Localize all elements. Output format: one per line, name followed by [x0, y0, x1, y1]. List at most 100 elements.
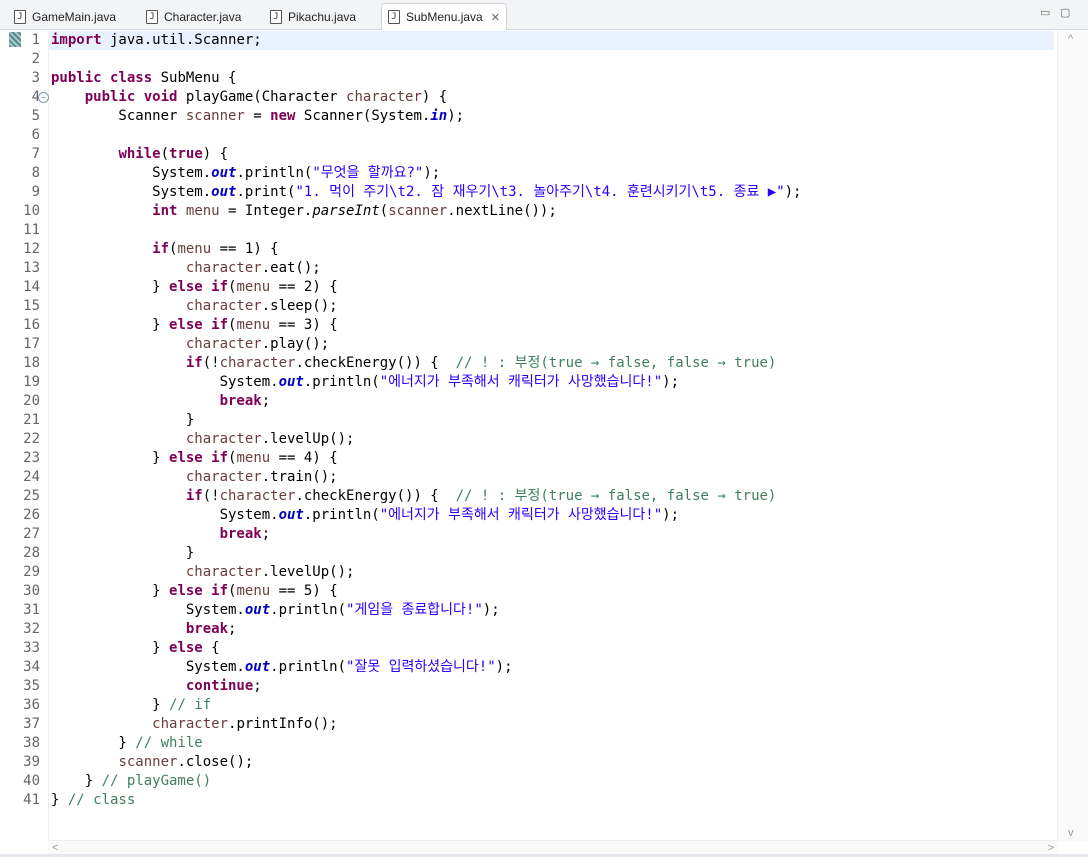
code-line[interactable]: } else if(menu == 3) { — [51, 316, 338, 335]
code-token: menu — [185, 203, 220, 219]
code-token: scanner — [185, 108, 245, 124]
code-token: .println( — [270, 602, 347, 618]
code-line[interactable]: } else { — [51, 639, 219, 658]
code-token: = Integer. — [219, 203, 313, 219]
code-line[interactable]: int menu = Integer.parseInt(scanner.next… — [51, 202, 557, 221]
code-line[interactable]: break; — [51, 620, 237, 639]
code-line[interactable]: character.play(); — [51, 335, 329, 354]
code-token: Scanner(System. — [295, 108, 431, 124]
code-line[interactable]: } — [51, 544, 194, 563]
code-token: else — [169, 317, 203, 333]
code-line[interactable]: while(true) { — [51, 145, 228, 164]
code-line[interactable]: scanner.close(); — [51, 753, 253, 772]
code-line[interactable]: character.printInfo(); — [51, 715, 337, 734]
code-token: "에너지가 부족해서 캐릭터가 사망했습니다!" — [379, 507, 663, 523]
code-token: character — [185, 298, 262, 314]
code-line[interactable]: if(!character.checkEnergy()) { // ! : 부정… — [51, 354, 777, 373]
code-editor[interactable]: 1 2 3 4 5 6 7 8 9 10 11 12 13 14 15 16 17 18 19 20 21 22 23 24 2… — [0, 31, 1088, 857]
code-line[interactable]: } // while — [51, 734, 202, 753]
code-token: .checkEnergy()) { — [295, 355, 456, 371]
scroll-down-icon[interactable]: v — [1068, 827, 1074, 839]
line-number: 40 — [23, 773, 40, 789]
code-line[interactable]: } — [51, 411, 194, 430]
vertical-scrollbar[interactable]: ^ v — [1057, 31, 1088, 841]
code-line[interactable]: character.levelUp(); — [51, 430, 355, 449]
code-line[interactable]: public void playGame(Character character… — [51, 88, 447, 107]
tab-character[interactable]: J Character.java — [134, 3, 262, 30]
tab-pikachu[interactable]: J Pikachu.java — [258, 3, 378, 30]
code-line[interactable]: if(menu == 1) { — [51, 240, 278, 259]
code-line[interactable]: if(!character.checkEnergy()) { // ! : 부정… — [51, 487, 777, 506]
line-number: 32 — [23, 621, 40, 637]
line-number: 10 — [23, 203, 40, 219]
code-line[interactable]: character.train(); — [51, 468, 338, 487]
line-number: 9 — [31, 184, 40, 200]
code-line[interactable]: import java.util.Scanner; — [51, 31, 262, 50]
code-token: == 3) { — [270, 317, 338, 333]
code-token: } — [51, 792, 68, 808]
minimize-icon[interactable]: ▭ — [1040, 6, 1050, 19]
code-line[interactable]: System.out.println("에너지가 부족해서 캐릭터가 사망했습니… — [51, 373, 679, 392]
code-line[interactable]: System.out.println("무엇을 할까요?"); — [51, 164, 440, 183]
code-line[interactable]: } else if(menu == 2) { — [51, 278, 337, 297]
code-token: continue — [185, 678, 254, 694]
code-token: menu — [236, 450, 271, 466]
code-line[interactable]: Scanner scanner = new Scanner(System.in)… — [51, 107, 464, 126]
tab-gamemain[interactable]: J GameMain.java — [2, 3, 130, 30]
code-line[interactable]: System.out.print("1. 먹이 주기\t2. 잠 재우기\t3.… — [51, 183, 801, 202]
scroll-left-icon[interactable]: < — [52, 842, 58, 854]
code-line[interactable]: System.out.println("잘못 입력하셨습니다!"); — [51, 658, 513, 677]
line-number: 33 — [23, 640, 40, 656]
code-line[interactable]: character.levelUp(); — [51, 563, 355, 582]
code-token: .play(); — [261, 336, 330, 352]
code-token: else — [169, 583, 203, 599]
code-token: void — [143, 89, 178, 105]
code-line[interactable]: } // class — [51, 791, 135, 810]
code-line[interactable]: break; — [51, 525, 271, 544]
scroll-right-icon[interactable]: > — [1048, 842, 1054, 854]
code-line[interactable]: } // playGame() — [51, 772, 211, 791]
code-line[interactable]: character.eat(); — [51, 259, 321, 278]
code-token: public — [51, 70, 102, 86]
code-token: out — [211, 165, 237, 181]
code-line[interactable]: System.out.println("에너지가 부족해서 캐릭터가 사망했습니… — [51, 506, 679, 525]
line-number: 20 — [23, 393, 40, 409]
code-token: // playGame() — [101, 773, 212, 789]
code-line[interactable]: } // if — [51, 696, 211, 715]
code-line[interactable]: break; — [51, 392, 271, 411]
code-line[interactable]: public class SubMenu { — [51, 69, 236, 88]
code-token: // if — [169, 697, 212, 713]
close-tab-icon[interactable]: ✕ — [491, 11, 500, 24]
line-number: 15 — [23, 298, 40, 314]
code-token: character — [185, 260, 262, 276]
code-token: character — [185, 564, 262, 580]
code-token: } — [51, 317, 170, 333]
code-line[interactable]: continue; — [51, 677, 262, 696]
code-token: ); — [423, 165, 441, 181]
code-token: new — [270, 108, 296, 124]
scroll-up-icon[interactable]: ^ — [1068, 33, 1073, 45]
line-number: 24 — [23, 469, 40, 485]
code-token: ; — [228, 621, 237, 637]
code-line[interactable]: } else if(menu == 5) { — [51, 582, 337, 601]
code-token: character — [185, 336, 262, 352]
fold-collapse-icon[interactable]: − — [38, 92, 49, 103]
line-number: 12 — [23, 241, 40, 257]
code-token: break — [219, 393, 262, 409]
maximize-icon[interactable]: ▢ — [1060, 6, 1070, 19]
code-token: // class — [67, 792, 136, 808]
code-line[interactable]: System.out.println("게임을 종료합니다!"); — [51, 601, 500, 620]
code-line[interactable]: character.sleep(); — [51, 297, 338, 316]
tab-label: Character.java — [164, 9, 242, 24]
code-token: character — [346, 89, 422, 105]
code-line[interactable]: } else if(menu == 4) { — [51, 449, 337, 468]
tab-submenu[interactable]: J SubMenu.java ✕ — [381, 3, 507, 30]
